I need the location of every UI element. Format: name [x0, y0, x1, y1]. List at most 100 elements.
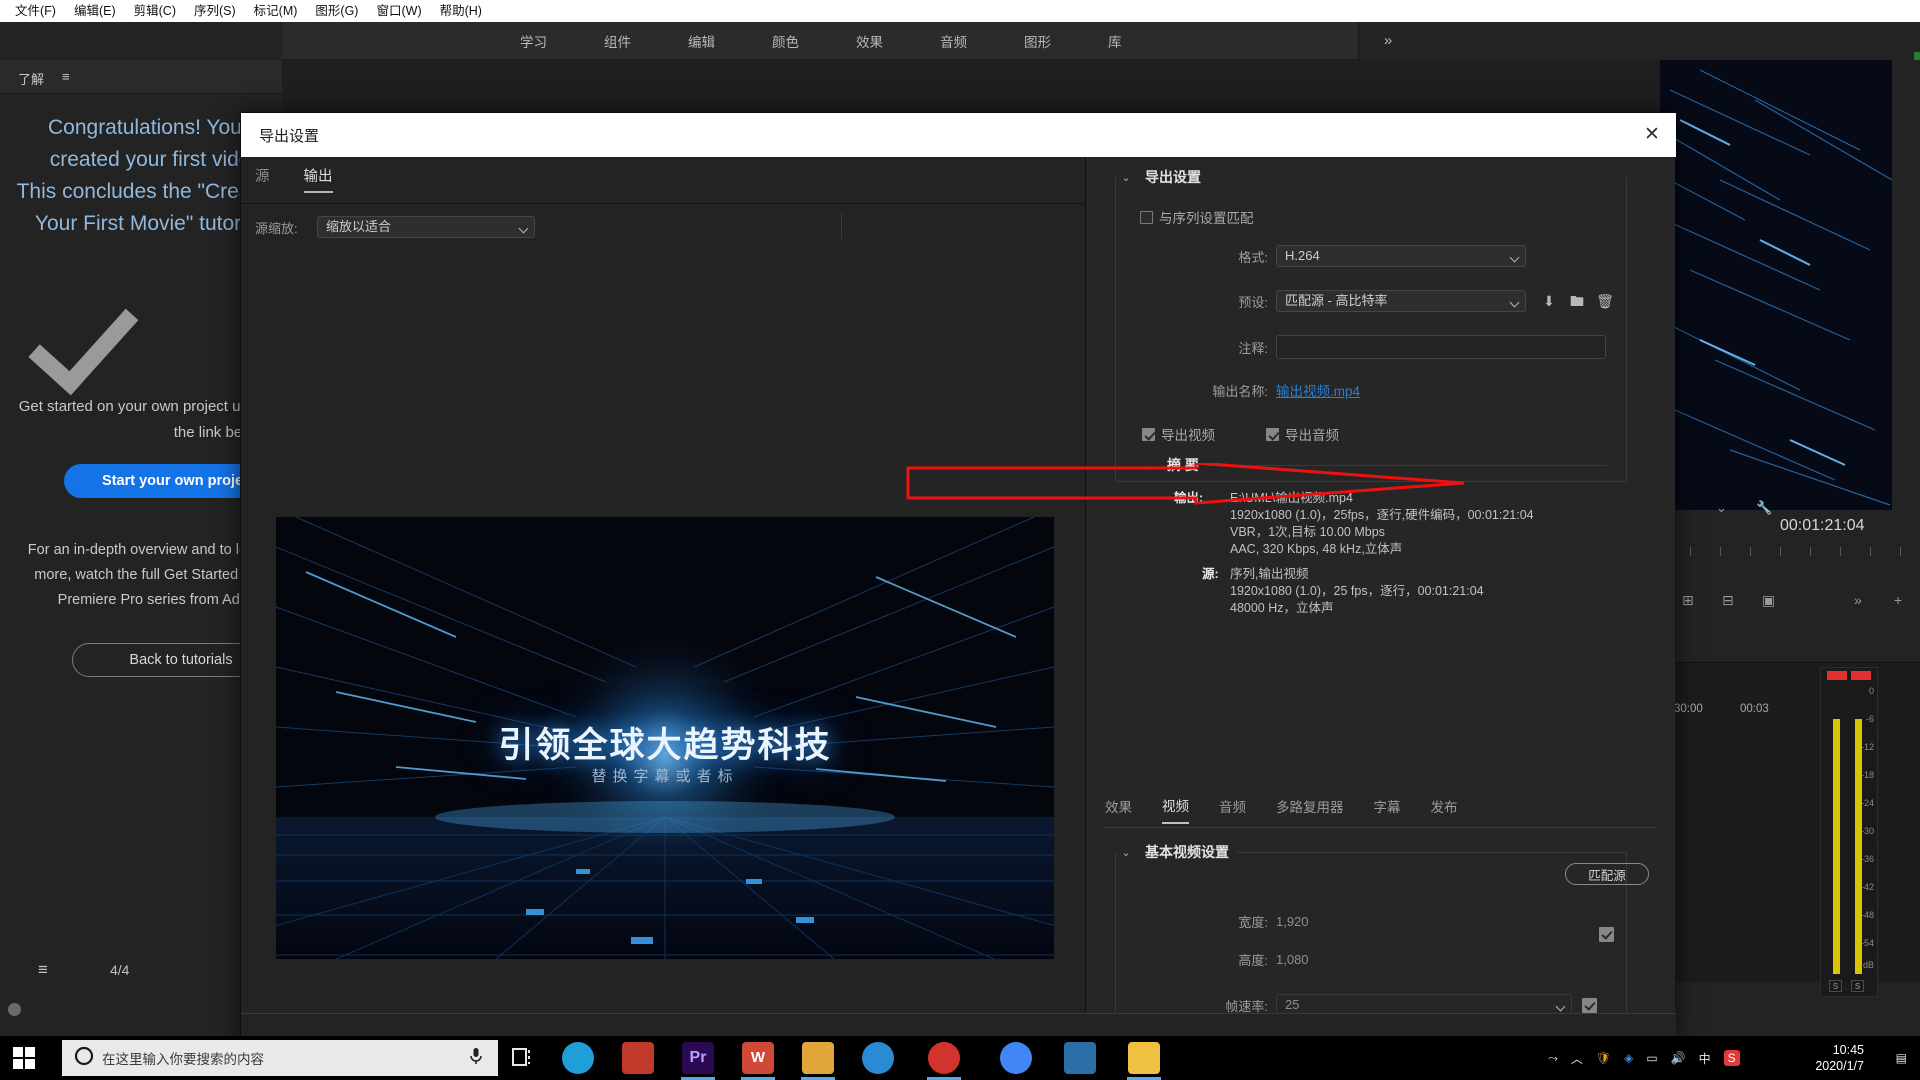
output-preview-image[interactable]: 引领全球大趋势科技 替换字幕或者标 [276, 517, 1054, 959]
db-unit-label: dB [1862, 960, 1874, 970]
delete-preset-icon[interactable]: 🗑 [1594, 290, 1616, 312]
workspace-tab-libraries[interactable]: 库 [1108, 31, 1122, 51]
export-video-checkbox-row[interactable]: 导出视频 [1142, 424, 1215, 444]
export-audio-checkbox-row[interactable]: 导出音频 [1266, 424, 1339, 444]
db-label-54: -54 [1860, 938, 1874, 948]
workspace-tab-learn[interactable]: 学习 [520, 31, 547, 51]
export-video-checkbox[interactable] [1142, 427, 1155, 441]
ime-language-label[interactable]: 中 [1699, 1050, 1711, 1067]
chrome-icon[interactable] [1000, 1042, 1032, 1074]
export-settings-group-header[interactable]: ⌄ 导出设置 [1115, 167, 1627, 187]
monitor-wrench-icon[interactable]: 🔧 [1756, 500, 1772, 516]
lift-icon[interactable]: ⊟ [1722, 592, 1734, 609]
wps-writer-icon[interactable]: W [742, 1042, 774, 1074]
width-value[interactable]: 1,920 [1276, 914, 1309, 929]
export-audio-label: 导出音频 [1285, 428, 1339, 443]
chevron-down-icon[interactable]: ⌄ [1115, 846, 1137, 859]
task-view-icon[interactable] [508, 1042, 540, 1074]
import-preset-icon[interactable]: 🖿 [1566, 290, 1588, 312]
premiere-app-window: 学习 组件 编辑 颜色 效果 音频 图形 库 » 了解 ≡ Congratula… [0, 22, 1920, 1080]
cortana-icon[interactable] [562, 1042, 594, 1074]
search-placeholder: 在这里输入你要搜索的内容 [102, 1052, 264, 1067]
learn-list-icon[interactable]: ≡ [38, 960, 48, 980]
menu-item-clip[interactable]: 剪辑(C) [125, 0, 185, 22]
menu-item-sequence[interactable]: 序列(S) [185, 0, 245, 22]
shield-icon[interactable]: 🛡 [1596, 1051, 1611, 1065]
menu-item-graphics[interactable]: 图形(G) [306, 0, 367, 22]
source-scaling-select[interactable]: 缩放以适合 [317, 216, 535, 238]
recorder-icon[interactable] [928, 1042, 960, 1074]
learn-panel-menu-icon[interactable]: ≡ [62, 69, 70, 84]
edge-icon[interactable] [862, 1042, 894, 1074]
summary-group-header[interactable]: ⌄ 摘 要 [1137, 455, 1607, 475]
match-sequence-checkbox[interactable] [1140, 210, 1153, 224]
chevron-down-icon[interactable]: ⌄ [1115, 171, 1137, 184]
audio-meters[interactable]: 0 -6 -12 -18 -24 -30 -36 -42 -48 -54 dB … [1820, 667, 1878, 997]
workspace-tab-audio[interactable]: 音频 [940, 31, 967, 51]
camera-icon[interactable]: ▣ [1762, 592, 1775, 609]
workspace-tab-effects[interactable]: 效果 [856, 31, 883, 51]
menu-item-help[interactable]: 帮助(H) [431, 0, 491, 22]
audio-solo-button-right[interactable]: S [1851, 980, 1864, 992]
framerate-enable-checkbox[interactable] [1582, 997, 1597, 1013]
menu-item-file[interactable]: 文件(F) [6, 0, 65, 22]
monitor-more-icon[interactable]: » [1854, 592, 1862, 608]
security-icon[interactable]: ◈ [1624, 1051, 1633, 1065]
audio-solo-button-left[interactable]: S [1829, 980, 1842, 992]
search-input[interactable]: 在这里输入你要搜索的内容 [62, 1040, 498, 1076]
share-icon[interactable]: ⤳ [1548, 1051, 1558, 1066]
close-icon[interactable]: ✕ [1638, 121, 1666, 149]
basic-video-group-header[interactable]: ⌄ 基本视频设置 [1115, 842, 1627, 862]
timeline-panel[interactable]: 30:00 00:03 [1660, 662, 1920, 982]
volume-icon[interactable]: 🔊 [1671, 1051, 1686, 1065]
format-select[interactable]: H.264 [1276, 245, 1526, 267]
battery-icon[interactable]: ▭ [1646, 1051, 1657, 1065]
workspace-tab-color[interactable]: 颜色 [772, 31, 799, 51]
monitor-dropdown-icon[interactable]: ⌄ [1716, 500, 1727, 516]
preset-select[interactable]: 匹配源 - 高比特率 [1276, 290, 1526, 312]
chevron-up-icon[interactable]: ︿ [1571, 1050, 1583, 1067]
menu-item-window[interactable]: 窗口(W) [367, 0, 430, 22]
sogou-icon[interactable]: S [1723, 1050, 1740, 1066]
output-name-link[interactable]: 输出视频.mp4 [1276, 380, 1360, 400]
workspace-bar: 学习 组件 编辑 颜色 效果 音频 图形 库 » [0, 22, 1920, 60]
match-sequence-checkbox-row[interactable]: 与序列设置匹配 [1140, 207, 1254, 227]
preview-divider [241, 203, 1086, 204]
monitor-plus-icon[interactable]: + [1894, 592, 1902, 608]
tab-video[interactable]: 视频 [1162, 795, 1189, 824]
menu-item-marker[interactable]: 标记(M) [245, 0, 307, 22]
workspace-overflow-icon[interactable]: » [1368, 32, 1408, 52]
workspace-tab-graphics[interactable]: 图形 [1024, 31, 1051, 51]
size-enable-checkbox[interactable] [1599, 927, 1614, 942]
tab-audio[interactable]: 音频 [1219, 796, 1246, 823]
save-preset-icon[interactable]: ⬇ [1538, 290, 1560, 312]
learn-panel-title[interactable]: 了解 [18, 69, 44, 88]
tab-publish[interactable]: 发布 [1431, 796, 1458, 823]
folder-yellow-icon[interactable] [802, 1042, 834, 1074]
tab-captions[interactable]: 字幕 [1374, 796, 1401, 823]
tab-output[interactable]: 输出 [303, 165, 333, 193]
vscode-icon[interactable] [1064, 1042, 1096, 1074]
premiere-pro-icon[interactable]: Pr [682, 1042, 714, 1074]
monitor-ruler[interactable] [1690, 547, 1920, 573]
height-value[interactable]: 1,080 [1276, 952, 1309, 967]
taskbar-clock[interactable]: 10:45 2020/1/7 [1815, 1042, 1864, 1074]
chevron-down-icon[interactable]: ⌄ [1137, 459, 1159, 472]
notification-icon[interactable]: ▤ [1896, 1051, 1907, 1065]
export-audio-checkbox[interactable] [1266, 427, 1279, 441]
microphone-icon[interactable] [468, 1047, 484, 1070]
export-settings-group-title: 导出设置 [1137, 167, 1209, 187]
file-explorer-icon[interactable] [1128, 1042, 1160, 1074]
windows-start-icon[interactable] [0, 1036, 48, 1080]
export-settings-group: ⌄ 导出设置 与序列设置匹配 格式: H.264 预设: 匹配源 - 高比特率 … [1115, 167, 1627, 615]
export-frame-icon[interactable]: ⊞ [1682, 592, 1694, 609]
workspace-tab-editing[interactable]: 编辑 [688, 31, 715, 51]
tab-multiplexer[interactable]: 多路复用器 [1276, 796, 1344, 823]
workspace-tab-assembly[interactable]: 组件 [604, 31, 631, 51]
match-source-button[interactable]: 匹配源 [1565, 863, 1649, 885]
tab-source[interactable]: 源 [255, 165, 270, 191]
menu-item-edit[interactable]: 编辑(E) [65, 0, 125, 22]
winrar-icon[interactable] [622, 1042, 654, 1074]
tab-effects[interactable]: 效果 [1105, 796, 1132, 823]
comment-input[interactable] [1276, 335, 1606, 359]
